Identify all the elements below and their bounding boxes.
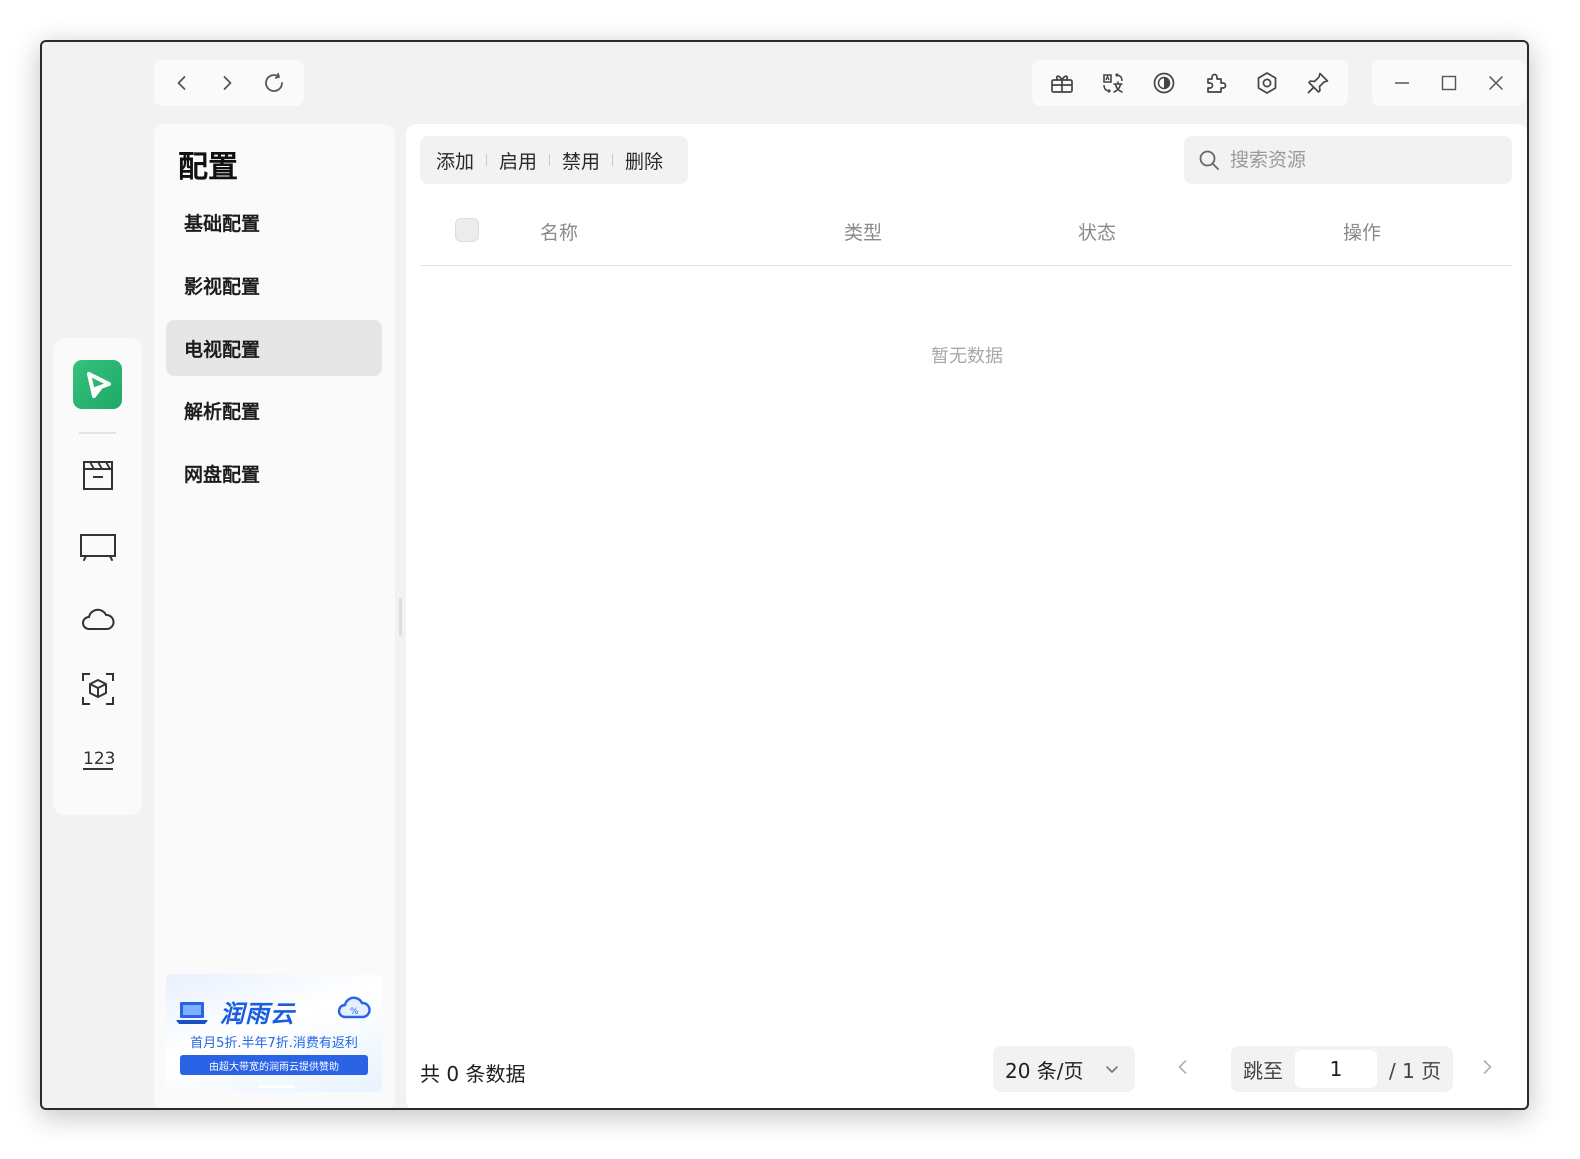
plugin-icon bbox=[1206, 73, 1226, 93]
plugin-button[interactable] bbox=[1203, 70, 1229, 96]
sponsor-credit: 由超大带宽的润雨云提供赞助 bbox=[180, 1055, 368, 1075]
rail-divider bbox=[79, 432, 116, 434]
page-size-select[interactable]: 20 条/页 bbox=[993, 1046, 1135, 1092]
next-page-button[interactable] bbox=[1476, 1056, 1498, 1082]
theme-button[interactable] bbox=[1151, 70, 1177, 96]
app-window: 123 配置 基础配置 影视配置 电视配置 解析配置 网盘配置 润雨云 % 首月… bbox=[40, 40, 1529, 1110]
svg-text:123: 123 bbox=[83, 749, 115, 769]
forward-button[interactable] bbox=[217, 73, 237, 93]
laptop-icon bbox=[176, 1002, 208, 1024]
sponsor-brand: 润雨云 bbox=[220, 1000, 295, 1028]
sidebar-item-label: 基础配置 bbox=[184, 212, 261, 235]
close-icon bbox=[1489, 76, 1504, 90]
column-header-actions: 操作 bbox=[1343, 222, 1382, 244]
back-button[interactable] bbox=[172, 73, 192, 93]
carousel-indicator bbox=[258, 1085, 294, 1088]
chevron-right-icon bbox=[1483, 1060, 1492, 1074]
back-icon bbox=[177, 76, 186, 90]
search-box bbox=[1184, 136, 1512, 184]
nav-controls bbox=[154, 60, 304, 106]
maximize-icon bbox=[1441, 75, 1457, 91]
sidebar-item-label: 电视配置 bbox=[184, 338, 261, 361]
gift-icon bbox=[1050, 75, 1073, 93]
main-panel: 添加 启用 禁用 删除 名称 类型 状态 操作 暂无数据 共 0 条数据 20 … bbox=[406, 124, 1527, 1108]
translate-button[interactable] bbox=[1100, 70, 1126, 96]
pin-button[interactable] bbox=[1305, 70, 1331, 96]
maximize-button[interactable] bbox=[1439, 73, 1459, 93]
sidebar-item-label: 解析配置 bbox=[184, 400, 261, 423]
sidebar-item-tv[interactable]: 电视配置 bbox=[166, 320, 382, 376]
table-header: 名称 类型 状态 操作 bbox=[420, 196, 1512, 266]
rail-item-numbers[interactable]: 123 bbox=[77, 738, 119, 780]
total-count: 共 0 条数据 bbox=[420, 1062, 526, 1086]
select-all-checkbox[interactable] bbox=[455, 218, 479, 242]
close-button[interactable] bbox=[1486, 73, 1506, 93]
svg-text:%: % bbox=[350, 1007, 359, 1017]
sidebar-item-basic[interactable]: 基础配置 bbox=[166, 194, 382, 250]
total-pages: / 1 页 bbox=[1389, 1058, 1442, 1083]
sidebar-item-label: 网盘配置 bbox=[184, 463, 261, 486]
theme-icon bbox=[1153, 72, 1175, 94]
sidebar-item-film[interactable]: 影视配置 bbox=[166, 257, 382, 313]
icon-rail: 123 bbox=[53, 338, 142, 815]
app-logo[interactable] bbox=[73, 360, 122, 409]
sidebar-item-parse[interactable]: 解析配置 bbox=[166, 382, 382, 438]
refresh-button[interactable] bbox=[262, 71, 286, 95]
refresh-icon bbox=[264, 72, 283, 92]
disable-button[interactable]: 禁用 bbox=[550, 147, 612, 174]
rail-item-film[interactable] bbox=[77, 454, 119, 496]
page-jumper: 跳至 / 1 页 bbox=[1231, 1046, 1453, 1092]
pin-icon bbox=[1307, 72, 1329, 94]
cloud-badge-icon: % bbox=[337, 996, 371, 1019]
add-button[interactable]: 添加 bbox=[424, 147, 486, 174]
rail-item-scan[interactable] bbox=[77, 668, 119, 710]
play-logo-icon bbox=[86, 371, 111, 398]
prev-page-button[interactable] bbox=[1172, 1056, 1194, 1082]
chevron-left-icon bbox=[1178, 1060, 1187, 1074]
column-header-status[interactable]: 状态 bbox=[1078, 218, 1116, 245]
minimize-button[interactable] bbox=[1392, 73, 1412, 93]
sidebar-title: 配置 bbox=[178, 150, 238, 185]
column-header-type[interactable]: 类型 bbox=[844, 218, 882, 245]
cube-scan-icon bbox=[82, 673, 114, 705]
sponsor-promo: 首月5折.半年7折.消费有返利 bbox=[190, 1036, 358, 1051]
chevron-down-icon bbox=[1106, 1066, 1118, 1073]
page-number-input[interactable] bbox=[1295, 1050, 1377, 1088]
settings-button[interactable] bbox=[1254, 70, 1280, 96]
settings-icon bbox=[1257, 72, 1277, 94]
sponsor-banner[interactable]: 润雨云 % 首月5折.半年7折.消费有返利 由超大带宽的润雨云提供赞助 bbox=[166, 974, 382, 1092]
film-icon bbox=[83, 461, 113, 490]
enable-button[interactable]: 启用 bbox=[487, 147, 549, 174]
translate-icon bbox=[1103, 72, 1123, 94]
numbers-icon: 123 bbox=[83, 749, 115, 770]
tv-icon bbox=[80, 534, 116, 561]
delete-button[interactable]: 删除 bbox=[613, 147, 675, 174]
empty-state-text: 暂无数据 bbox=[931, 346, 1003, 367]
forward-icon bbox=[223, 76, 232, 90]
rail-item-cloud[interactable] bbox=[77, 598, 119, 640]
gift-button[interactable] bbox=[1049, 70, 1075, 96]
minimize-icon bbox=[1394, 82, 1409, 84]
sidebar-item-netdisk[interactable]: 网盘配置 bbox=[166, 445, 382, 501]
jump-label: 跳至 bbox=[1243, 1058, 1283, 1083]
search-icon bbox=[1199, 150, 1219, 170]
sponsor-credit-text: 由超大带宽的润雨云提供赞助 bbox=[209, 1061, 339, 1073]
rail-item-tv[interactable] bbox=[77, 526, 119, 568]
cloud-icon bbox=[82, 608, 115, 630]
config-sidebar: 配置 基础配置 影视配置 电视配置 解析配置 网盘配置 润雨云 % 首月5折.半… bbox=[154, 124, 395, 1108]
window-controls bbox=[1372, 60, 1526, 106]
panel-resize-handle[interactable] bbox=[399, 598, 402, 636]
search-input[interactable] bbox=[1230, 149, 1480, 171]
column-header-name[interactable]: 名称 bbox=[540, 218, 578, 245]
action-toolbar: 添加 启用 禁用 删除 bbox=[420, 136, 688, 184]
sidebar-item-label: 影视配置 bbox=[184, 275, 261, 298]
tool-controls bbox=[1032, 60, 1348, 106]
page-size-value: 20 条/页 bbox=[1005, 1058, 1084, 1083]
